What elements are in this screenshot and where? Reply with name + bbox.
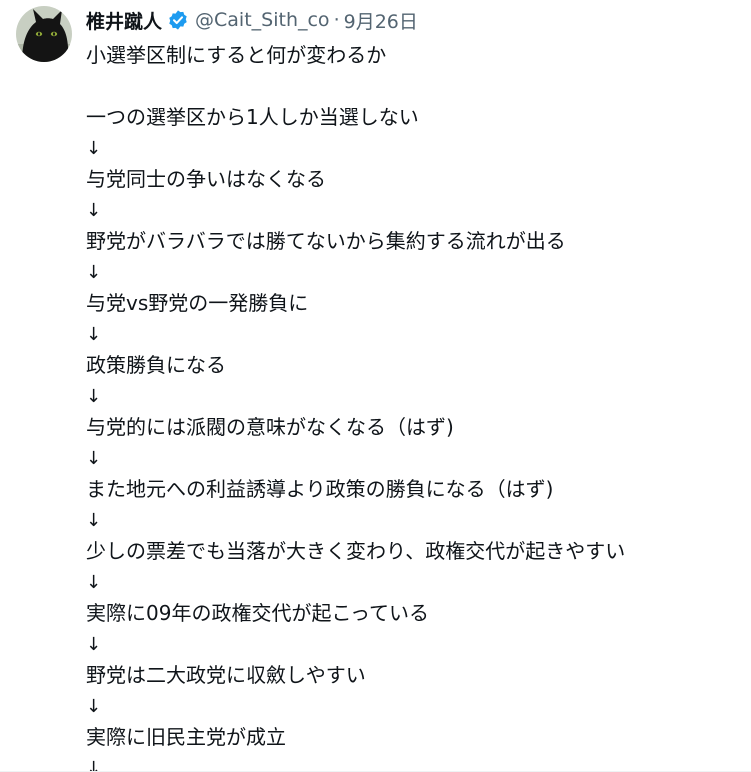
arrow-line: ↓ <box>86 696 102 717</box>
tweet[interactable]: 椎井蹴人 @Cait_Sith_co · 9月26日 小選挙区制にすると何が変わ… <box>0 0 751 772</box>
text-line: 野党は二大政党に収斂しやすい <box>86 663 366 687</box>
arrow-line: ↓ <box>86 262 102 283</box>
text-line: 政策勝負になる <box>86 353 226 377</box>
text-line: 与党同士の争いはなくなる <box>86 167 326 191</box>
arrow-line: ↓ <box>86 324 102 345</box>
black-cat-avatar-icon <box>16 6 72 62</box>
text-line: 実際に09年の政権交代が起こっている <box>86 601 430 625</box>
arrow-line: ↓ <box>86 200 102 221</box>
arrow-line: ↓ <box>86 758 102 772</box>
arrow-line: ↓ <box>86 510 102 531</box>
display-name[interactable]: 椎井蹴人 <box>86 7 162 34</box>
text-line: 野党がバラバラでは勝てないから集約する流れが出る <box>86 229 566 253</box>
tweet-text: 小選挙区制にすると何が変わるか 一つの選挙区から1人しか当選しない ↓ 与党同士… <box>86 40 736 772</box>
text-line: 与党的には派閥の意味がなくなる（はず) <box>86 415 454 439</box>
text-line: 少しの票差でも当落が大きく変わり、政権交代が起きやすい <box>86 539 626 563</box>
text-line: 与党vs野党の一発勝負に <box>86 291 309 315</box>
arrow-line: ↓ <box>86 634 102 655</box>
arrow-line: ↓ <box>86 386 102 407</box>
arrow-line: ↓ <box>86 448 102 469</box>
tweet-header: 椎井蹴人 @Cait_Sith_co · 9月26日 <box>86 5 418 35</box>
text-line: 小選挙区制にすると何が変わるか <box>86 43 387 67</box>
avatar[interactable] <box>16 6 72 62</box>
user-handle[interactable]: @Cait_Sith_co <box>195 9 330 31</box>
tweet-date[interactable]: 9月26日 <box>344 7 418 34</box>
text-line: また地元への利益誘導より政策の勝負になる（はず) <box>86 477 554 501</box>
verified-badge-icon <box>167 9 189 31</box>
arrow-line: ↓ <box>86 572 102 593</box>
separator-dot: · <box>333 9 340 31</box>
text-line: 実際に旧民主党が成立 <box>86 725 286 749</box>
arrow-line: ↓ <box>86 138 102 159</box>
text-line: 一つの選挙区から1人しか当選しない <box>86 105 419 129</box>
